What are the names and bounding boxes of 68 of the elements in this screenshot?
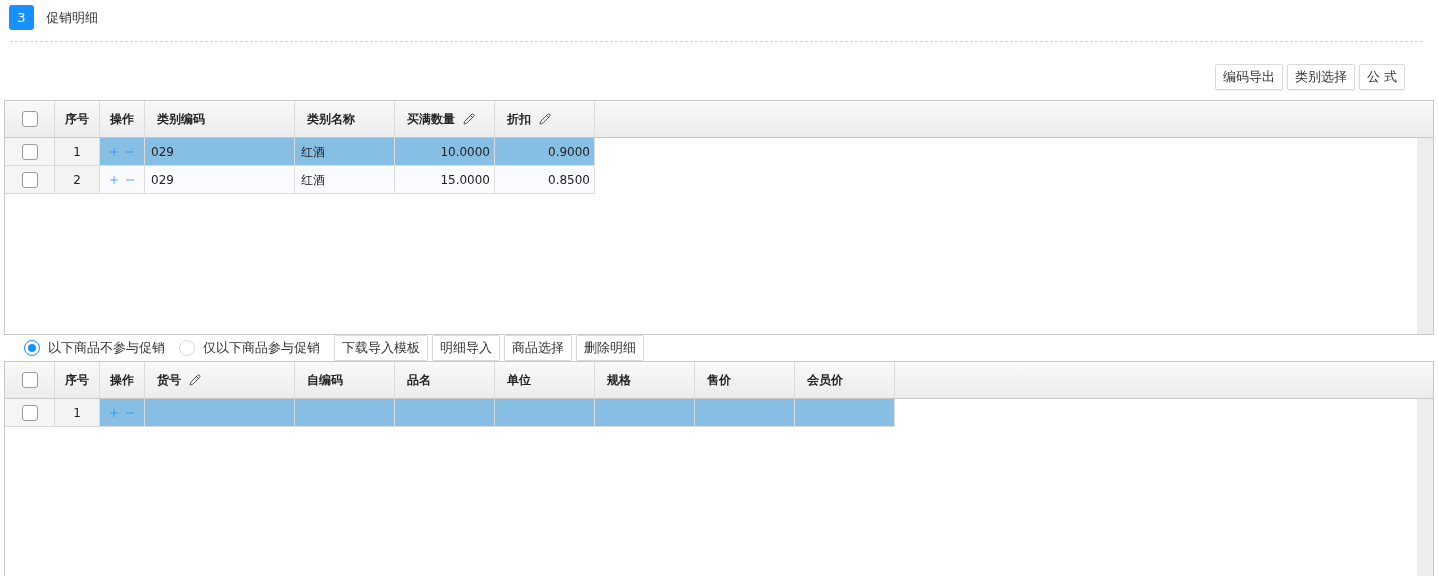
column-header[interactable]: 自编码	[295, 362, 395, 398]
column-header[interactable]: 单位	[495, 362, 595, 398]
table-cell-text: 1	[73, 404, 81, 422]
column-label: 单位	[507, 372, 531, 389]
column-label: 货号	[157, 372, 181, 389]
table-cell-text: 1	[73, 143, 81, 161]
toolbar-button[interactable]: 明细导入	[432, 335, 500, 361]
table-row[interactable]: 1	[5, 399, 895, 427]
radio-option[interactable]: 以下商品不参与促销	[24, 338, 165, 358]
table-cell-text: 15.0000	[440, 171, 490, 189]
add-row-icon[interactable]	[108, 406, 120, 419]
column-header[interactable]: 类别编码	[145, 101, 295, 137]
add-row-icon[interactable]	[108, 173, 120, 186]
toolbar-button[interactable]: 删除明细	[576, 335, 644, 361]
column-label: 品名	[407, 372, 431, 389]
column-header[interactable]: 折扣	[495, 101, 595, 137]
pencil-icon	[463, 113, 475, 125]
column-label: 售价	[707, 372, 731, 389]
column-label: 操作	[110, 372, 134, 389]
column-header[interactable]: 序号	[55, 362, 100, 398]
column-label: 操作	[110, 111, 134, 128]
table-cell-text: 029	[151, 143, 174, 161]
table-row[interactable]: 1 029 红酒 10.0000 0.9000	[5, 138, 595, 166]
column-label: 折扣	[507, 111, 531, 128]
checkbox[interactable]	[21, 171, 38, 188]
column-header[interactable]: 序号	[55, 101, 100, 137]
table-cell-text: 红酒	[301, 171, 325, 189]
column-header[interactable]: 品名	[395, 362, 495, 398]
table-cell-text: 10.0000	[440, 143, 490, 161]
table-cell-text: 0.9000	[548, 143, 590, 161]
table-cell-text: 红酒	[301, 143, 325, 161]
column-label: 类别名称	[307, 111, 355, 128]
radio-option[interactable]: 仅以下商品参与促销	[179, 338, 320, 358]
column-header[interactable]: 货号	[145, 362, 295, 398]
toolbar-button[interactable]: 下载导入模板	[334, 335, 428, 361]
column-header[interactable]: 规格	[595, 362, 695, 398]
checkbox[interactable]	[21, 111, 38, 127]
column-label: 会员价	[807, 372, 843, 389]
column-header[interactable]: 操作	[100, 101, 145, 137]
table-cell-text: 0.8500	[548, 171, 590, 189]
add-row-icon[interactable]	[108, 145, 120, 158]
table-row[interactable]: 2 029 红酒 15.0000 0.8500	[5, 166, 595, 194]
column-header[interactable]: 售价	[695, 362, 795, 398]
toolbar-button[interactable]: 编码导出	[1214, 64, 1283, 90]
pencil-icon	[539, 113, 551, 125]
toolbar-button[interactable]: 类别选择	[1286, 64, 1355, 90]
column-label: 序号	[65, 111, 89, 128]
column-label: 规格	[607, 372, 631, 389]
toolbar-button[interactable]: 公 式	[1358, 64, 1405, 90]
pencil-icon	[189, 374, 201, 386]
column-label: 序号	[65, 372, 89, 389]
checkbox[interactable]	[21, 404, 38, 421]
column-header[interactable]: 操作	[100, 362, 145, 398]
column-label: 自编码	[307, 372, 343, 389]
column-header[interactable]: 会员价	[795, 362, 895, 398]
column-header[interactable]: 类别名称	[295, 101, 395, 137]
column-header[interactable]: 买满数量	[395, 101, 495, 137]
toolbar-button[interactable]: 商品选择	[504, 335, 572, 361]
column-label: 类别编码	[157, 111, 205, 128]
scrollbar[interactable]	[1417, 399, 1433, 576]
section-title: 促销明细	[46, 8, 98, 27]
scrollbar[interactable]	[1417, 138, 1433, 334]
column-label: 买满数量	[407, 111, 455, 128]
step-badge: 3	[9, 5, 34, 30]
table-cell-text: 2	[73, 171, 81, 189]
table-cell-text: 029	[151, 171, 174, 189]
checkbox[interactable]	[21, 143, 38, 160]
checkbox[interactable]	[21, 372, 38, 388]
